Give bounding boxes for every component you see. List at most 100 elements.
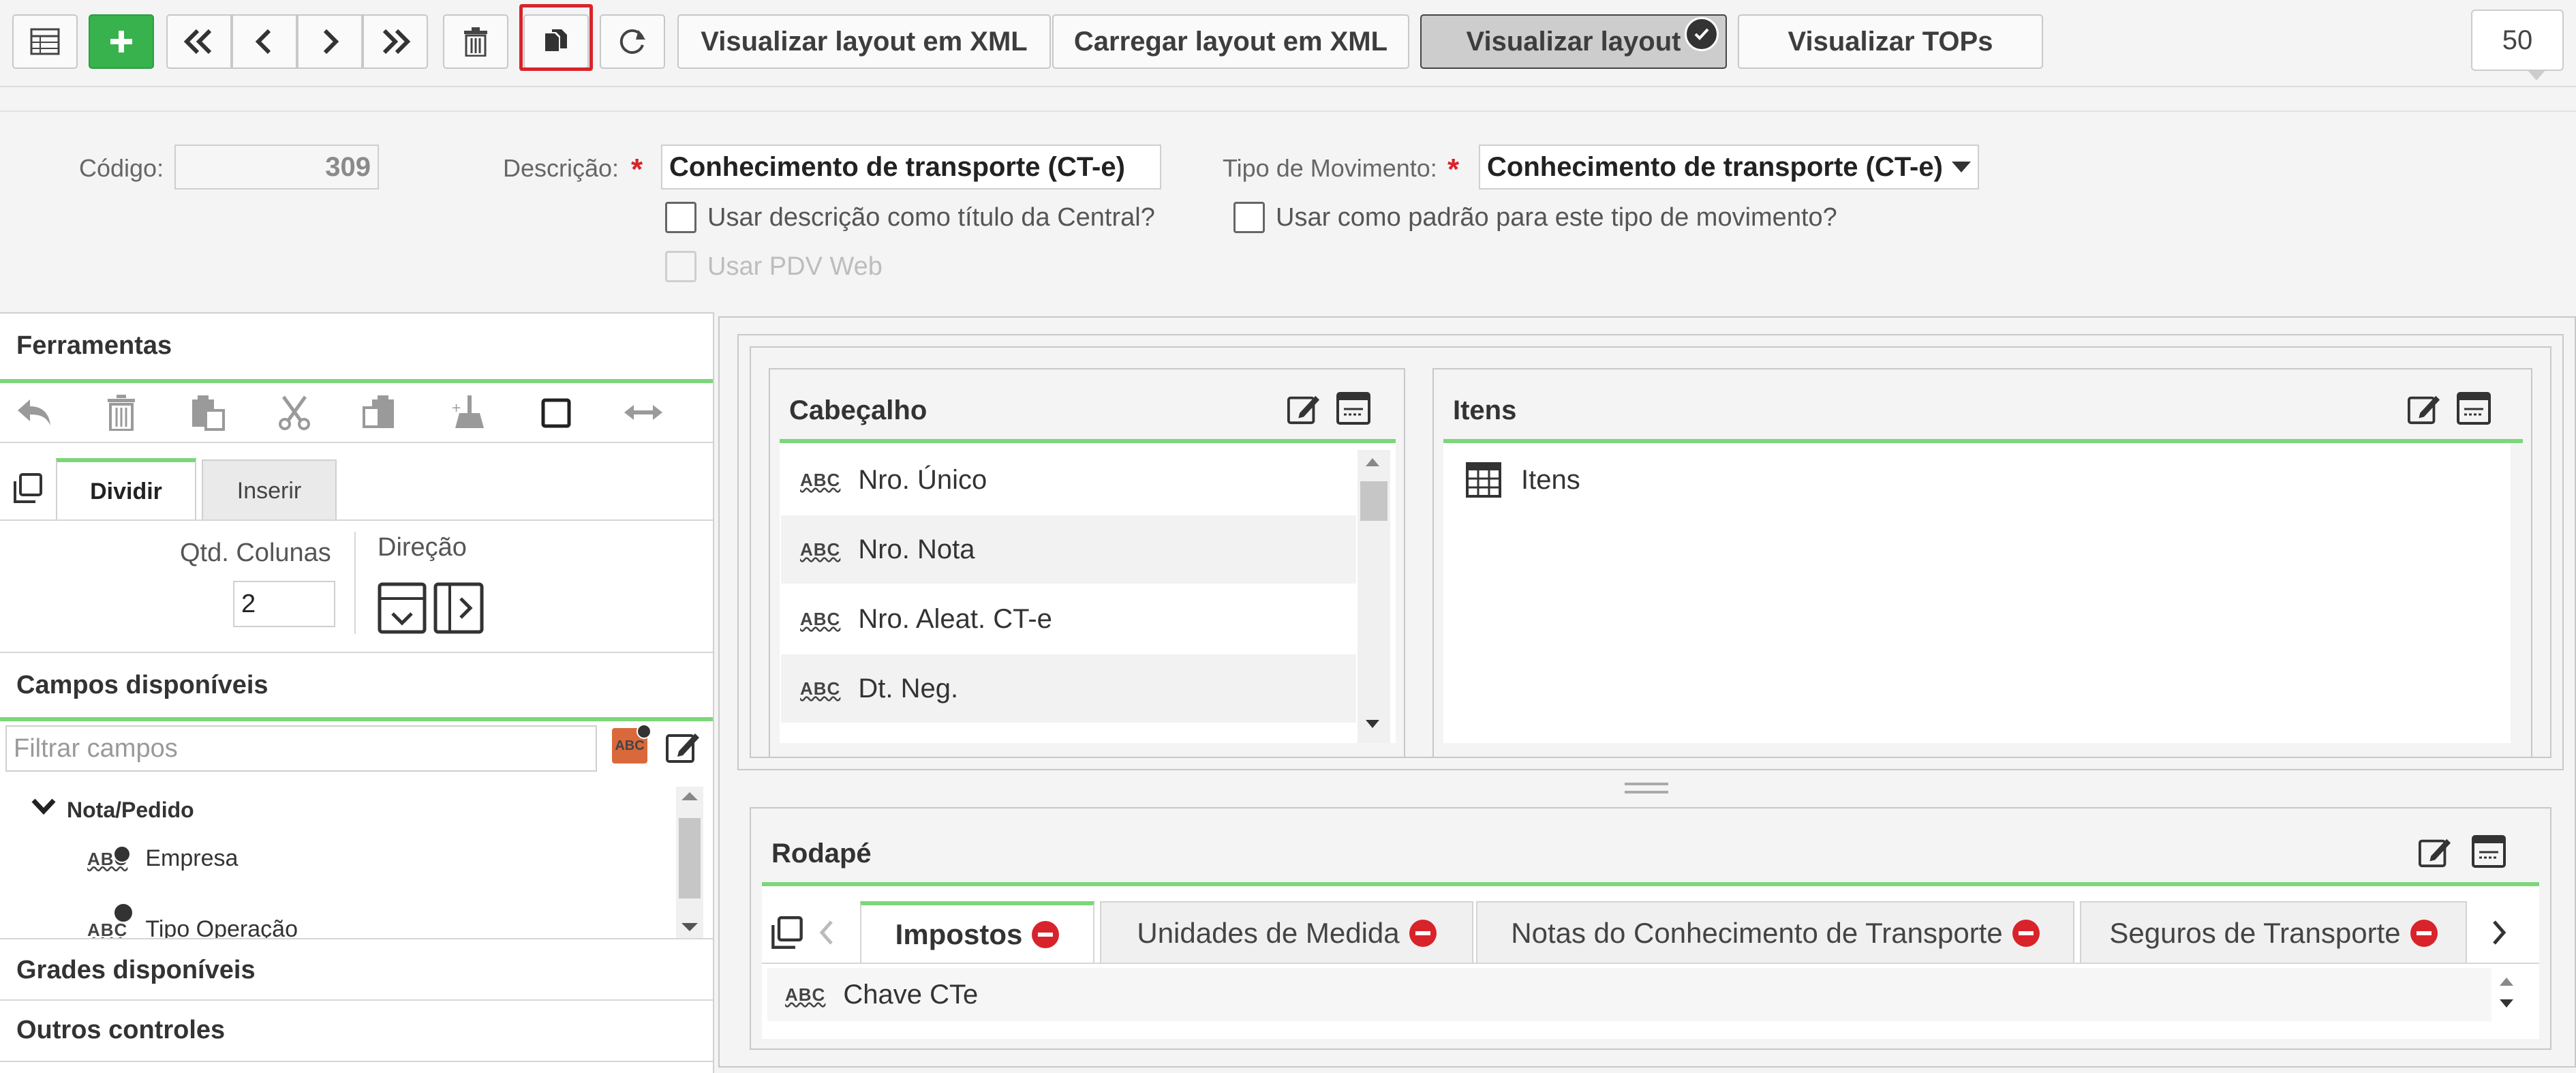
check-badge-icon <box>1685 17 1719 51</box>
scroll-down-arrow[interactable] <box>2500 999 2513 1008</box>
tab-inserir[interactable]: Inserir <box>202 459 337 521</box>
first-record-button[interactable] <box>166 14 232 69</box>
chevron-down-icon[interactable] <box>31 798 56 815</box>
codigo-label: Código: <box>79 154 164 182</box>
itens-properties-button[interactable] <box>2456 391 2491 425</box>
paste-special-tool[interactable] <box>361 394 398 431</box>
splitter-handle[interactable] <box>1625 783 1668 785</box>
rodape-copy-icon[interactable] <box>770 916 804 950</box>
direcao-label: Direção <box>378 533 467 562</box>
cabecalho-field-row[interactable]: ABC Nro. Nota <box>781 515 1356 584</box>
view-tops-button[interactable]: Visualizar TOPs <box>1738 14 2043 69</box>
previous-record-button[interactable] <box>232 14 297 69</box>
scroll-up-arrow[interactable] <box>2500 978 2513 986</box>
direction-vertical-button[interactable] <box>378 582 427 634</box>
scroll-down-arrow[interactable] <box>1366 720 1379 728</box>
fields-scroll-thumb[interactable] <box>679 818 701 898</box>
abc-field-icon: ABC <box>800 609 841 629</box>
last-record-button[interactable] <box>363 14 428 69</box>
broom-icon: + <box>451 395 484 428</box>
cabecalho-field-row[interactable]: ABC Nro. Único <box>781 446 1356 514</box>
tipo-movimento-label: Tipo de Movimento: <box>1223 154 1437 182</box>
tabs-scroll-right-icon[interactable] <box>2490 919 2508 946</box>
tree-group-nota-pedido[interactable]: Nota/Pedido <box>67 798 194 823</box>
paste-icon <box>192 395 225 431</box>
usar-pdv-web-checkbox <box>665 251 696 282</box>
cut-tool[interactable] <box>277 394 312 431</box>
remove-tab-icon[interactable] <box>1409 920 1437 947</box>
refresh-button[interactable] <box>600 14 665 69</box>
direction-horizontal-button[interactable] <box>433 582 484 634</box>
campos-disponiveis-title[interactable]: Campos disponíveis <box>16 671 269 700</box>
add-button[interactable] <box>89 14 154 69</box>
tab-unidades-medida[interactable]: Unidades de Medida <box>1100 901 1473 964</box>
scroll-up-arrow[interactable] <box>1366 458 1379 466</box>
paste-tool[interactable] <box>189 394 226 431</box>
double-chevron-left-icon <box>183 29 212 55</box>
itens-grid-label: Itens <box>1521 464 1580 495</box>
cabecalho-field-row[interactable]: ABC Dt. Neg. <box>781 654 1356 723</box>
edit-icon <box>2407 395 2440 425</box>
cabecalho-scroll-thumb[interactable] <box>1360 481 1387 521</box>
remove-tab-icon[interactable] <box>2410 920 2438 947</box>
abc-field-icon: ABC <box>800 539 841 560</box>
view-xml-button[interactable]: Visualizar layout em XML <box>677 14 1051 69</box>
edit-icon <box>2418 838 2451 868</box>
tools-divider <box>0 442 713 443</box>
rodape-field-row[interactable]: ABC Chave CTe <box>767 968 2491 1021</box>
abc-field-icon: ABC <box>87 919 128 939</box>
page-size-pointer <box>2527 70 2546 80</box>
edit-fields-button[interactable] <box>665 729 701 764</box>
rodape-edit-button[interactable] <box>2418 834 2452 868</box>
delete-button[interactable] <box>443 14 508 69</box>
remove-tab-icon[interactable] <box>1032 921 1060 948</box>
ferramentas-title[interactable]: Ferramentas <box>16 331 172 361</box>
qtd-colunas-field[interactable]: 2 <box>233 581 335 627</box>
left-panel-top-border <box>0 312 714 314</box>
itens-grid-item[interactable]: Itens <box>1465 459 1580 500</box>
tab-label: Notas do Conhecimento de Transporte <box>1511 917 2003 949</box>
tab-seguros-transporte[interactable]: Seguros de Transporte <box>2080 901 2467 964</box>
resize-tool[interactable] <box>623 402 664 423</box>
view-layout-button[interactable]: Visualizar layout <box>1420 14 1727 69</box>
scroll-down-arrow[interactable] <box>681 923 698 931</box>
filter-fields-input[interactable]: Filtrar campos <box>5 725 597 772</box>
itens-edit-button[interactable] <box>2407 391 2441 425</box>
tab-baseline <box>0 519 713 521</box>
window-settings-icon <box>2457 392 2491 425</box>
delete-tool[interactable] <box>106 394 136 431</box>
outros-controles-title[interactable]: Outros controles <box>16 1016 225 1045</box>
view-layout-label: Visualizar layout <box>1466 26 1681 57</box>
cabecalho-field-row[interactable]: ABC Nro. Aleat. CT-e <box>781 585 1356 653</box>
copy-layout-icon[interactable] <box>12 473 44 504</box>
usar-descricao-titulo-checkbox[interactable] <box>665 202 696 233</box>
tree-item[interactable]: ABC Empresa <box>87 845 238 872</box>
usar-padrao-checkbox[interactable] <box>1233 202 1265 233</box>
toolbar: Visualizar layout em XML Carregar layout… <box>0 0 2576 87</box>
tabs-scroll-left-icon[interactable] <box>818 919 835 946</box>
codigo-field: 309 <box>174 145 379 190</box>
tab-notas-conhecimento-transporte[interactable]: Notas do Conhecimento de Transporte <box>1476 901 2074 964</box>
rodape-properties-button[interactable] <box>2471 834 2506 868</box>
next-record-button[interactable] <box>297 14 363 69</box>
grades-disponiveis-title[interactable]: Grades disponíveis <box>16 956 256 985</box>
itens-header: Itens <box>1443 382 2523 439</box>
tab-dividir[interactable]: Dividir <box>56 458 196 521</box>
tipo-movimento-select[interactable]: Conhecimento de transporte (CT-e) <box>1479 145 1979 190</box>
cabecalho-properties-button[interactable] <box>1336 391 1371 425</box>
tree-item-label: Tipo Operação <box>145 916 298 938</box>
load-xml-button[interactable]: Carregar layout em XML <box>1052 14 1409 69</box>
field-label: Nro. Único <box>858 464 987 495</box>
page-size-selector[interactable]: 50 <box>2471 10 2564 71</box>
trash-icon <box>108 395 135 431</box>
tab-label: Impostos <box>895 918 1023 950</box>
clear-tool[interactable]: + <box>450 394 488 431</box>
frame-tool[interactable] <box>541 398 571 428</box>
scroll-up-arrow[interactable] <box>681 792 698 800</box>
tab-impostos[interactable]: Impostos <box>860 901 1094 964</box>
undo-tool[interactable] <box>15 395 53 429</box>
remove-tab-icon[interactable] <box>2012 920 2040 947</box>
descricao-field[interactable]: Conhecimento de transporte (CT-e) <box>661 145 1161 190</box>
cabecalho-edit-button[interactable] <box>1287 391 1321 425</box>
grid-view-button[interactable] <box>12 14 78 69</box>
